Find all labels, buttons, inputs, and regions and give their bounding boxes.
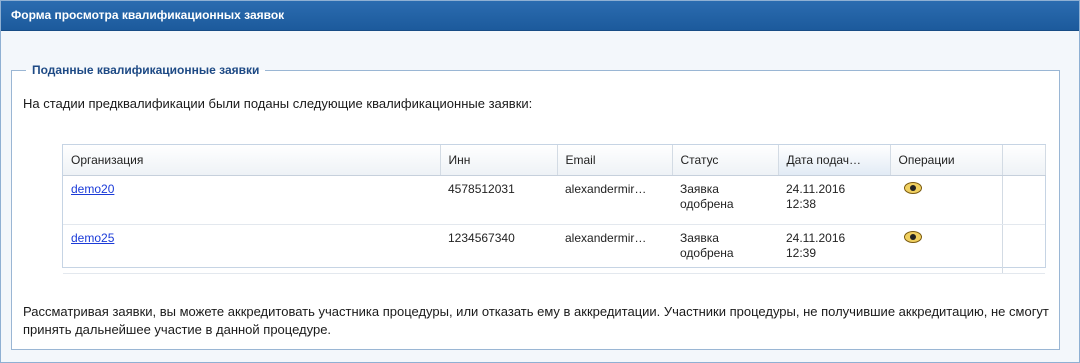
qualification-view-panel: Форма просмотра квалификационных заявок …	[0, 0, 1080, 363]
panel-title: Форма просмотра квалификационных заявок	[1, 1, 1079, 31]
column-header-inn[interactable]: Инн	[440, 145, 558, 176]
filler-cell	[1001, 224, 1045, 274]
applications-table: Организация Инн Email Статус Дата подач……	[62, 144, 1046, 274]
date-cell: 24.11.2016 12:39	[778, 224, 890, 274]
column-header-organization[interactable]: Организация	[63, 145, 441, 176]
table-row: demo20 4578512031 alexandermir… Заявка о…	[63, 175, 1045, 225]
organization-link[interactable]: demo20	[71, 182, 114, 196]
status-cell: Заявка одобрена	[672, 224, 778, 274]
eye-icon[interactable]	[904, 182, 922, 194]
operations-cell	[890, 175, 1002, 225]
status-line: Заявка	[680, 182, 719, 196]
status-line: одобрена	[680, 197, 734, 211]
email-cell: alexandermir…	[557, 224, 672, 274]
intro-text: На стадии предквалификации были поданы с…	[23, 96, 533, 111]
inn-cell: 1234567340	[440, 224, 557, 274]
email-cell: alexandermir…	[557, 175, 672, 225]
group-legend: Поданные квалификационные заявки	[32, 63, 260, 77]
date-line: 24.11.2016	[786, 231, 846, 245]
column-header-filler	[1002, 145, 1046, 176]
table-row: demo25 1234567340 alexandermir… Заявка о…	[63, 224, 1045, 274]
column-header-operations[interactable]: Операции	[890, 145, 1003, 176]
info-note: Рассматривая заявки, вы можете аккредито…	[23, 304, 1049, 337]
time-line: 12:38	[786, 197, 817, 211]
date-line: 24.11.2016	[786, 182, 846, 196]
status-line: Заявка	[680, 231, 719, 245]
inn-cell: 4578512031	[440, 175, 557, 225]
status-line: одобрена	[680, 246, 734, 260]
date-cell: 24.11.2016 12:38	[778, 175, 890, 225]
column-header-email[interactable]: Email	[557, 145, 673, 176]
column-header-date[interactable]: Дата подач…	[778, 145, 891, 176]
operations-cell	[890, 224, 1002, 274]
status-cell: Заявка одобрена	[672, 175, 778, 225]
column-header-status[interactable]: Статус	[672, 145, 779, 176]
eye-icon[interactable]	[904, 231, 922, 243]
filler-cell	[1001, 175, 1045, 225]
organization-link[interactable]: demo25	[71, 231, 114, 245]
table-header-row: Организация Инн Email Статус Дата подач……	[63, 145, 1046, 176]
time-line: 12:39	[786, 246, 817, 260]
